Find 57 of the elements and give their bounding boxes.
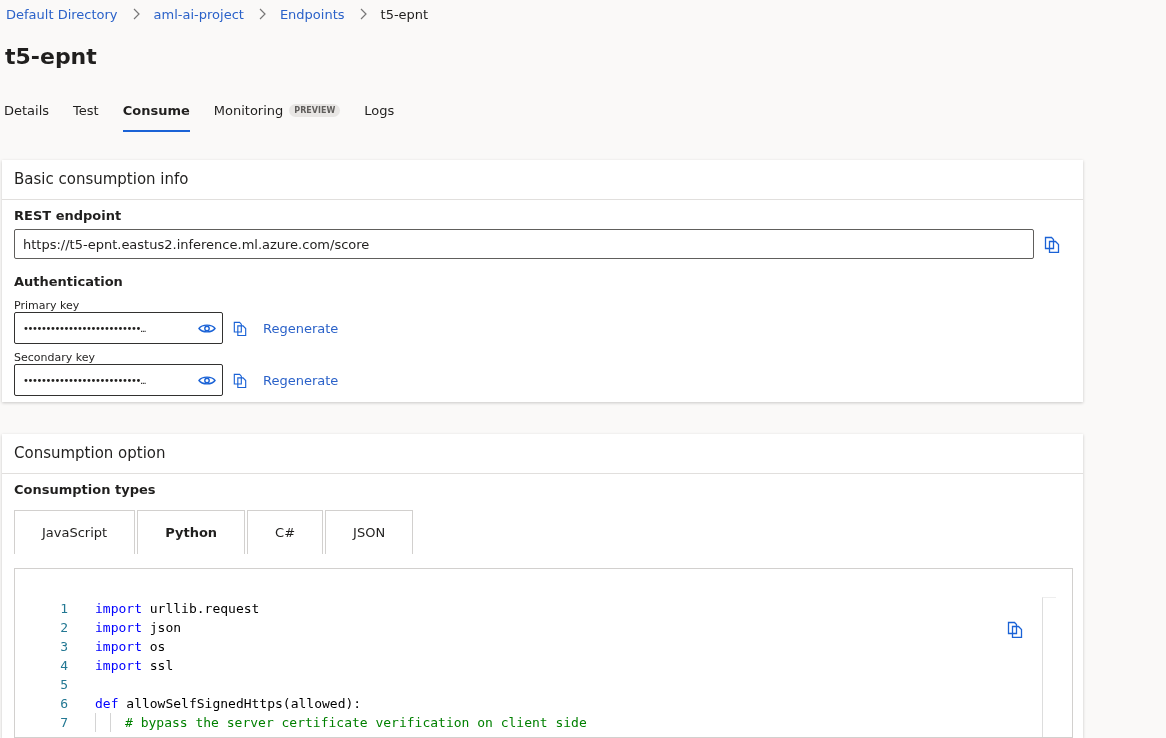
preview-badge: PREVIEW bbox=[289, 103, 341, 117]
code-line: import json bbox=[95, 619, 182, 637]
field-label: Secondary key bbox=[14, 351, 96, 364]
regenerate-link[interactable]: Regenerate bbox=[263, 320, 339, 336]
code-line: import ssl bbox=[95, 657, 174, 675]
section-label: Authentication bbox=[14, 274, 124, 291]
tab-label: Consume bbox=[122, 102, 190, 118]
card-heading: Basic consumption info bbox=[2, 160, 1083, 200]
field-label: REST endpoint bbox=[14, 208, 123, 225]
endpoint-field[interactable]: https://t5-epnt.eastus2.inference.ml.azure.com/score bbox=[14, 229, 1034, 259]
breadcrumb-link[interactable]: aml-ai-project bbox=[153, 6, 244, 22]
chevron-icon bbox=[257, 8, 266, 20]
masked-key: ••••••••••••••••••••••••••... bbox=[23, 374, 146, 386]
copy-icon[interactable] bbox=[233, 372, 247, 388]
eye-icon[interactable] bbox=[198, 374, 216, 386]
line-number: 7 bbox=[59, 714, 68, 732]
tab[interactable]: Monitoring PREVIEW bbox=[213, 90, 341, 132]
code-line: # bypass the server certificate verification on client side bbox=[125, 714, 587, 732]
code-line: import urllib.request bbox=[95, 600, 260, 618]
line-number: 6 bbox=[59, 695, 68, 713]
tab[interactable]: Consume bbox=[122, 90, 190, 132]
tab-label: Logs bbox=[364, 102, 395, 118]
code-line: def allowSelfSignedHttps(allowed): bbox=[95, 695, 362, 713]
current-page-crumb: t5-epnt bbox=[380, 6, 429, 22]
tab[interactable]: Test bbox=[73, 90, 99, 132]
masked-key: ••••••••••••••••••••••••••... bbox=[23, 322, 146, 334]
language-tab[interactable]: JSON bbox=[325, 510, 414, 554]
tab[interactable]: Details bbox=[4, 90, 50, 132]
page-title: t5-epnt bbox=[4, 43, 98, 71]
line-number: 3 bbox=[59, 638, 68, 656]
line-number: 2 bbox=[59, 619, 68, 637]
language-tab[interactable]: Python bbox=[137, 510, 246, 554]
chevron-icon bbox=[358, 8, 367, 20]
code-line: import os bbox=[95, 638, 166, 656]
field-label: Primary key bbox=[14, 299, 81, 312]
chevron-icon bbox=[131, 8, 140, 20]
line-number: 1 bbox=[59, 600, 68, 618]
regenerate-link[interactable]: Regenerate bbox=[263, 372, 339, 388]
tab-label: Test bbox=[73, 102, 99, 118]
key-field[interactable]: ••••••••••••••••••••••••••... bbox=[14, 312, 223, 344]
card-heading: Consumption option bbox=[2, 434, 1083, 474]
language-tab[interactable]: JavaScript bbox=[14, 510, 136, 554]
key-field[interactable]: ••••••••••••••••••••••••••... bbox=[14, 364, 223, 396]
field-label: Consumption types bbox=[14, 482, 157, 499]
breadcrumb-link[interactable]: Default Directory bbox=[6, 6, 118, 22]
scrollbar-track[interactable] bbox=[1042, 597, 1056, 737]
line-number: 4 bbox=[59, 657, 68, 675]
copy-icon[interactable] bbox=[1044, 235, 1060, 253]
copy-icon[interactable] bbox=[233, 320, 247, 336]
language-tab[interactable]: C# bbox=[247, 510, 324, 554]
copy-icon[interactable] bbox=[1007, 621, 1023, 638]
tab-label: Details bbox=[4, 102, 50, 118]
eye-icon[interactable] bbox=[198, 322, 216, 334]
tab[interactable]: Logs bbox=[364, 90, 395, 132]
line-number: 5 bbox=[59, 676, 68, 694]
breadcrumb-link[interactable]: Endpoints bbox=[279, 6, 345, 22]
tab-label: Monitoring bbox=[213, 102, 284, 118]
